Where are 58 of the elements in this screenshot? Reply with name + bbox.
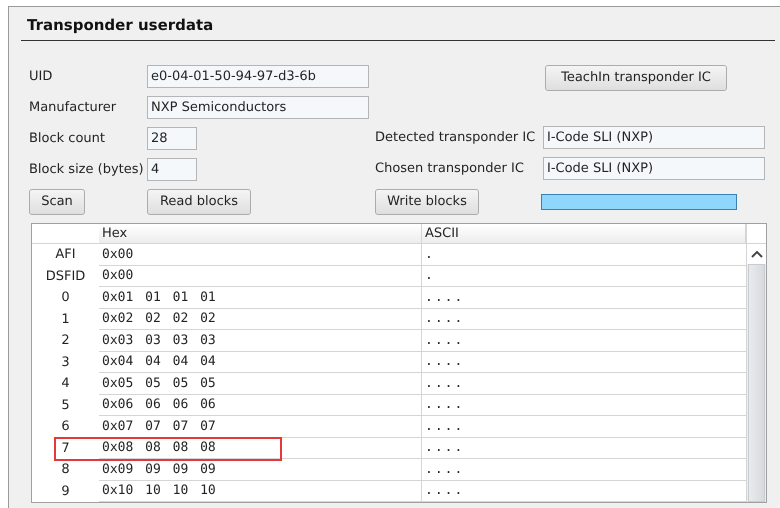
table-cell: 0x00	[99, 244, 422, 266]
table-cell: 0x07 07 07 07	[99, 416, 422, 438]
text-field[interactable]: I-Code SLI (NXP)	[543, 157, 765, 180]
table-cell: 0x02 02 02 02	[99, 308, 422, 330]
table-cell: ....	[422, 287, 746, 308]
field-label: Block size (bytes)	[29, 160, 145, 179]
table-cell: 0x01 01 01 01	[99, 287, 422, 308]
row-header: 5	[60, 396, 71, 414]
field-label: Block count	[29, 130, 106, 148]
table-cell: .	[422, 244, 746, 266]
text-field[interactable]: 28	[147, 127, 197, 150]
table-cell: ....	[422, 480, 746, 502]
scrollbar-thumb[interactable]	[748, 264, 765, 502]
section-title: Transponder userdata	[27, 16, 214, 34]
table-cell: 0x06 06 06 06	[99, 394, 422, 416]
row-header: 8	[60, 461, 71, 479]
table-cell: 0x10 10 10 10	[99, 480, 422, 502]
table-cell: 0x04 04 04 04	[99, 352, 422, 373]
row-header: 7	[60, 440, 71, 458]
text-field[interactable]: 4	[147, 158, 197, 181]
row-header: 4	[60, 375, 71, 393]
teachin-button[interactable]: TeachIn transponder IC	[545, 65, 727, 91]
field-label: Detected transponder IC	[375, 128, 536, 147]
scan-button[interactable]: Scan	[29, 189, 85, 215]
table-cell: ....	[422, 394, 746, 416]
table-cell: ....	[422, 416, 746, 438]
table-cell: 0x00	[99, 266, 422, 287]
row-header: AFI	[54, 246, 77, 264]
table-cell: 0x08 08 08 08	[99, 438, 422, 459]
text-field[interactable]: I-Code SLI (NXP)	[543, 126, 765, 149]
write-blocks-button[interactable]: Write blocks	[375, 189, 479, 215]
table-cell: 0x09 09 09 09	[99, 459, 422, 480]
row-header: 0	[60, 289, 71, 307]
read-blocks-button[interactable]: Read blocks	[147, 189, 251, 215]
table-cell: ....	[422, 438, 746, 459]
table-cell: ....	[422, 308, 746, 330]
text-field[interactable]: e0-04-01-50-94-97-d3-6b	[147, 65, 369, 88]
scrollbar[interactable]	[746, 224, 766, 502]
row-header: 1	[60, 310, 71, 328]
field-label: UID	[29, 68, 54, 86]
table-cell: ....	[422, 459, 746, 480]
row-header: DSFID	[44, 268, 86, 286]
column-header[interactable]: Hex	[99, 224, 422, 243]
field-label: Chosen transponder IC	[375, 160, 525, 178]
table-cell: ....	[422, 330, 746, 352]
row-header: 3	[60, 354, 71, 372]
field-label: Manufacturer	[29, 98, 118, 117]
table-cell: 0x05 05 05 05	[99, 373, 422, 394]
table-cell: 0x03 03 03 03	[99, 330, 422, 352]
row-header: 6	[60, 418, 71, 436]
table-cell: .	[422, 266, 746, 287]
scroll-up-icon[interactable]	[750, 250, 762, 258]
table-cell: ....	[422, 373, 746, 394]
table-cell: ....	[422, 352, 746, 373]
text-field[interactable]: NXP Semiconductors	[147, 96, 369, 119]
row-header: 2	[60, 332, 71, 350]
column-header[interactable]: ASCII	[422, 224, 746, 243]
row-header: 9	[60, 482, 71, 500]
